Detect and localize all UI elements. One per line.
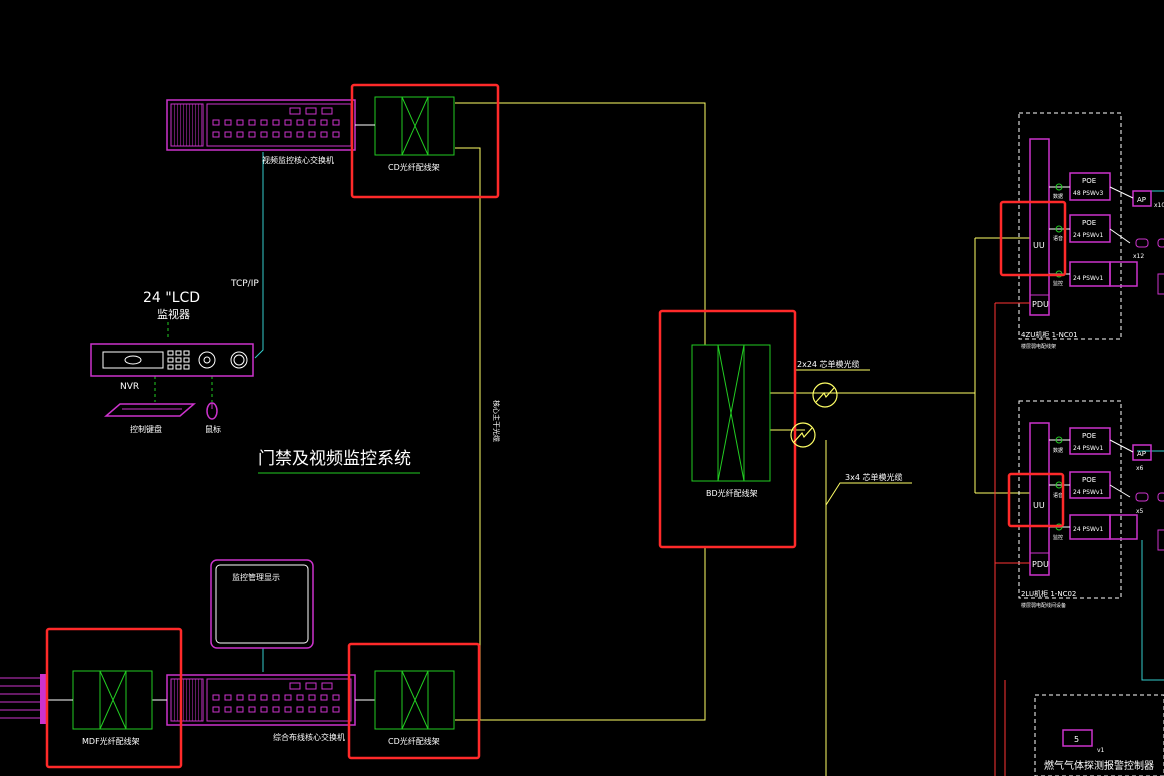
rack2-pdu: PDU (1032, 560, 1049, 569)
gas-v: v1 (1097, 747, 1105, 754)
system-diagram: 视频监控核心交换机 CD光纤配线架 TCP/IP 24 "LCD 监视器 NVR (0, 83, 1164, 776)
rack1-side-net: 数据 (1053, 193, 1063, 200)
fiber-converter-icon (812, 382, 838, 408)
fiber-2x24-label: 2x24 芯单模光缆 (797, 359, 860, 369)
rack2-side-net: 数据 (1053, 447, 1063, 454)
rack1-x12: x12 (1133, 253, 1144, 260)
switch-video-core-label: 视频监控核心交换机 (262, 155, 334, 165)
nvr-label: NVR (120, 382, 139, 392)
switch-cabling-core-label: 综合布线核心交换机 (273, 732, 345, 742)
highlight-cd-top (350, 83, 500, 199)
mouse-icon (206, 402, 218, 420)
cyan-cables (254, 152, 1164, 681)
rack2-ap: AP (1137, 450, 1146, 458)
rack2-title: 2LU机柜 1-NC02 (1021, 589, 1076, 598)
rack1-pdu: PDU (1032, 300, 1049, 309)
rack1-poe-2: POE (1082, 219, 1096, 227)
rack1-psw-24: 24 PSWv1 (1073, 232, 1103, 239)
system-title: 门禁及视频监控系统 (258, 449, 411, 469)
rack2-side-voice: 语音 (1053, 492, 1063, 499)
mouse-label: 鼠标 (205, 424, 221, 434)
management-display-label: 监控管理显示 (232, 572, 280, 582)
fiber-3x4-label: 3x4 芯单模光缆 (845, 472, 902, 482)
rack1-side-mon: 监控 (1053, 280, 1063, 287)
rack2-subtitle: 楼层弱电配线间设备 (1021, 602, 1066, 609)
trunk-cable-label: 核心主干光缆 (492, 400, 501, 442)
monitor-sublabel: 监视器 (157, 307, 190, 321)
cd-fiber-panel-bottom-label: CD光纤配线架 (388, 736, 440, 746)
rack2-poe-1: POE (1082, 432, 1096, 440)
gas-label: 燃气气体探测报警控制器 (1044, 759, 1154, 772)
rack2-x5: x5 (1136, 508, 1144, 515)
rack1-ap: AP (1137, 196, 1146, 204)
rack2-side-mon: 监控 (1053, 534, 1063, 541)
rack2-psw-24b: 24 PSWv1 (1073, 489, 1103, 496)
keyboard-label: 控制键盘 (130, 424, 162, 434)
switch-video-core[interactable] (166, 99, 375, 151)
keyboard-icon (103, 403, 197, 417)
mdf-fiber-panel-label: MDF光纤配线架 (82, 736, 140, 746)
cd-fiber-panel-top[interactable] (360, 96, 455, 156)
rack1-psw-24b: 24 PSWv1 (1073, 275, 1103, 282)
rack1-subtitle: 楼层弱电配线架 (1021, 343, 1056, 350)
rack2-psw-24c: 24 PSWv1 (1073, 526, 1103, 533)
rack1-title: 4ZU机柜 1-NC01 (1021, 330, 1078, 339)
rack1-uu: UU (1033, 241, 1045, 250)
rack2-x6: x6 (1136, 465, 1144, 472)
rack1-x10: x10 (1154, 202, 1164, 209)
gas-id: 5 (1074, 735, 1079, 744)
bd-fiber-panel-label: BD光纤配线架 (706, 488, 758, 498)
tcpip-label: TCP/IP (230, 279, 259, 289)
trunk-links (455, 102, 1030, 776)
cd-fiber-panel-bottom[interactable] (374, 670, 455, 730)
rack1-side-voice: 语音 (1053, 235, 1063, 242)
mdf-fiber-panel[interactable] (0, 670, 153, 730)
rack2-uu: UU (1033, 501, 1045, 510)
switch-cabling-core[interactable] (152, 674, 375, 726)
rack2-psw-24: 24 PSWv1 (1073, 445, 1103, 452)
power-lines (994, 302, 1030, 776)
rack1-poe-1: POE (1082, 177, 1096, 185)
nvr-device[interactable] (90, 343, 254, 377)
bd-fiber-panel[interactable] (691, 344, 771, 482)
monitor-label: 24 "LCD (143, 290, 200, 306)
cd-fiber-panel-top-label: CD光纤配线架 (388, 162, 440, 172)
rack2-poe-2: POE (1082, 476, 1096, 484)
highlight-rack2-uu (1007, 472, 1065, 528)
rack1-psw-48: 48 PSWv3 (1073, 190, 1103, 197)
